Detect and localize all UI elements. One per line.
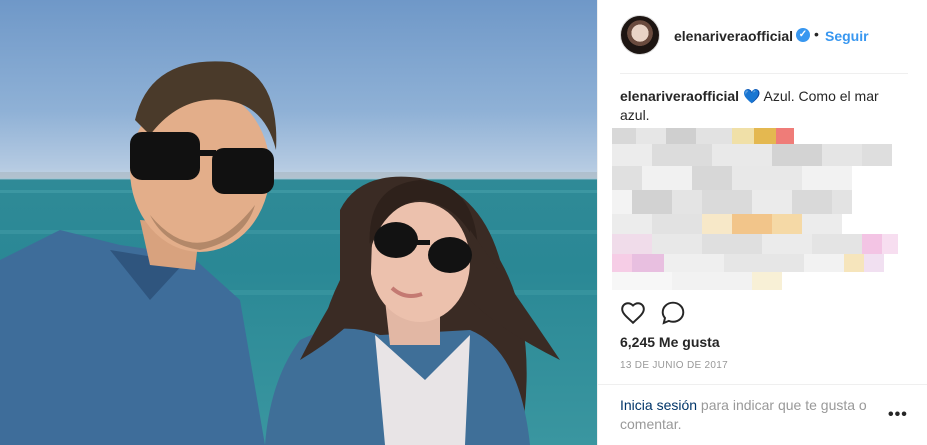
- login-link[interactable]: Inicia sesión: [620, 397, 697, 413]
- pixelated-comments: [612, 128, 912, 294]
- login-prompt: Inicia sesión para indicar que te gusta …: [620, 396, 890, 434]
- post-side-panel: elenariveraofficial ✓ • Seguir elenarive…: [597, 0, 927, 445]
- post-caption: elenariveraofficial 💙 Azul. Como el mar …: [620, 87, 900, 125]
- caption-username[interactable]: elenariveraofficial: [620, 88, 739, 104]
- footer-divider: [598, 384, 927, 385]
- likes-count[interactable]: 6,245 Me gusta: [620, 334, 720, 350]
- header-separator: •: [814, 26, 819, 42]
- header-divider: [620, 73, 908, 74]
- post-date: 13 DE JUNIO DE 2017: [620, 360, 728, 371]
- post-header: elenariveraofficial ✓ • Seguir: [598, 0, 927, 72]
- verified-badge-icon: ✓: [796, 28, 810, 42]
- blue-heart-emoji: 💙: [742, 88, 761, 104]
- post-photo[interactable]: [0, 0, 597, 445]
- speech-bubble-icon[interactable]: [660, 300, 686, 326]
- avatar[interactable]: [620, 15, 660, 55]
- more-options-icon[interactable]: •••: [888, 406, 908, 424]
- photo-illustration: [0, 61, 597, 445]
- heart-outline-icon[interactable]: [620, 300, 646, 326]
- follow-button[interactable]: Seguir: [825, 28, 869, 44]
- header-username[interactable]: elenariveraofficial: [674, 28, 793, 44]
